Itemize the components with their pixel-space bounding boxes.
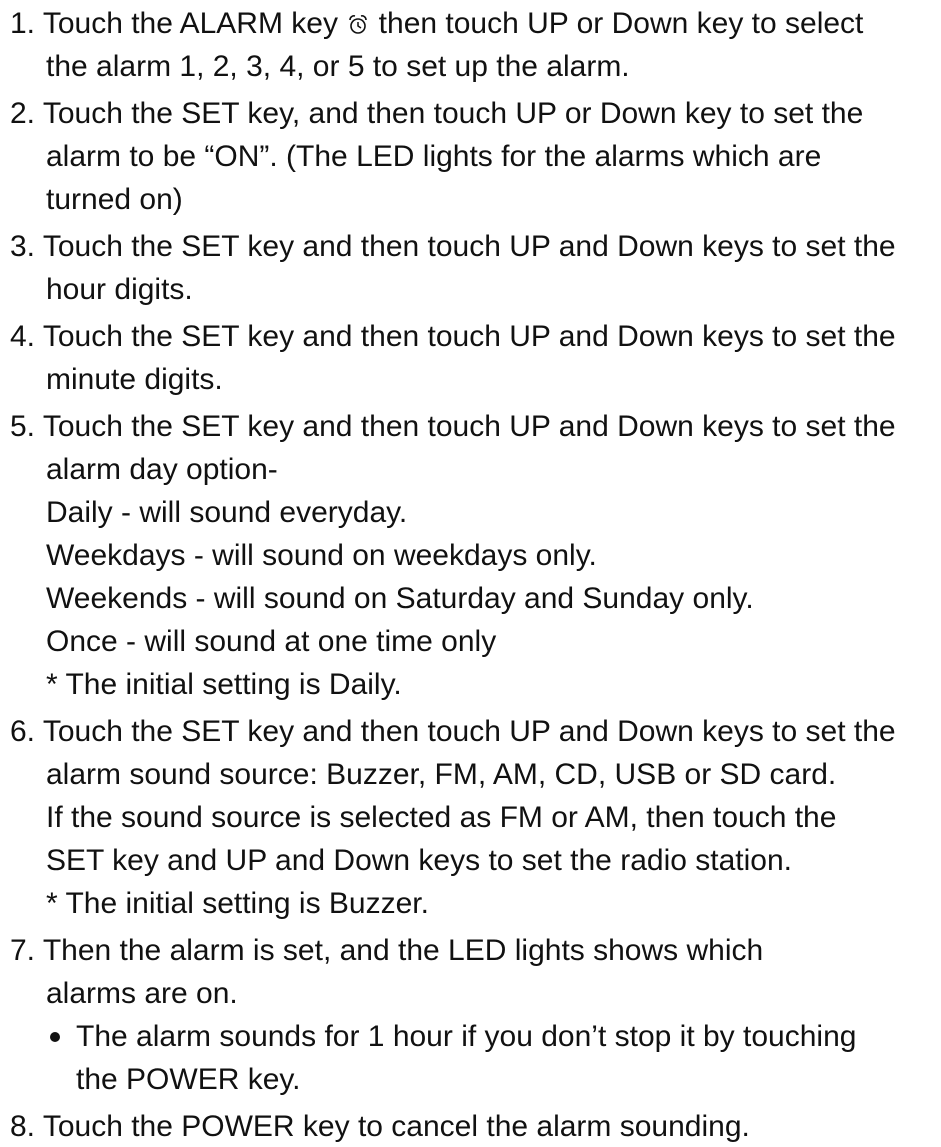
step-5-line-1: 5. Touch the SET key and then touch UP a… (10, 407, 896, 447)
step-1-number: 1. (10, 7, 36, 40)
step-2-line-2: alarm to be “ON”. (The LED lights for th… (46, 140, 822, 173)
step-5-option-once: Once - will sound at one time only (46, 625, 497, 658)
step-6-line-2: alarm sound source: Buzzer, FM, AM, CD, … (46, 758, 837, 791)
step-5-option-daily: Daily - will sound everyday. (46, 496, 408, 529)
step-8-line-1: 8. Touch the POWER key to cancel the ala… (10, 1107, 750, 1147)
step-7-number: 7. (10, 934, 36, 967)
step-1-text-b: then touch UP or Down key to select (378, 7, 864, 40)
step-8-text-a: Touch the POWER key to cancel the alarm … (42, 1110, 750, 1143)
step-6-line-4: SET key and UP and Down keys to set the … (46, 844, 792, 877)
step-3-line-2: hour digits. (46, 273, 193, 306)
step-6-text-a: Touch the SET key and then touch UP and … (42, 715, 896, 748)
step-6-line-1: 6. Touch the SET key and then touch UP a… (10, 712, 896, 752)
step-6-note: * The initial setting is Buzzer. (46, 887, 429, 920)
step-5-option-weekdays: Weekdays - will sound on weekdays only. (46, 539, 597, 572)
step-8-number: 8. (10, 1110, 36, 1143)
step-2-text-a: Touch the SET key, and then touch UP or … (42, 97, 864, 130)
step-2-line-3: turned on) (46, 183, 183, 216)
step-3-number: 3. (10, 230, 36, 263)
step-5-note: * The initial setting is Daily. (46, 668, 402, 701)
step-7-bullet-line-2: the POWER key. (76, 1063, 301, 1096)
alarm-clock-icon (349, 15, 368, 34)
instruction-document: 1. Touch the ALARM key then touch UP or … (0, 0, 941, 1143)
step-7-line-1: 7. Then the alarm is set, and the LED li… (10, 931, 763, 971)
step-1-text-a: Touch the ALARM key (42, 7, 338, 40)
step-4-line-2: minute digits. (46, 363, 223, 396)
step-3-line-1: 3. Touch the SET key and then touch UP a… (10, 227, 896, 267)
step-7-text-a: Then the alarm is set, and the LED light… (42, 934, 764, 967)
step-5-line-2: alarm day option- (46, 453, 278, 486)
step-5-text-a: Touch the SET key and then touch UP and … (42, 410, 896, 443)
bullet-icon (50, 1032, 60, 1042)
step-7-bullet-line-1: The alarm sounds for 1 hour if you don’t… (76, 1020, 857, 1053)
step-2-number: 2. (10, 97, 36, 130)
step-4-text-a: Touch the SET key and then touch UP and … (42, 320, 896, 353)
step-3-text-a: Touch the SET key and then touch UP and … (42, 230, 896, 263)
step-7-line-2: alarms are on. (46, 977, 238, 1010)
step-2-line-1: 2. Touch the SET key, and then touch UP … (10, 94, 863, 134)
step-1-line-2: the alarm 1, 2, 3, 4, or 5 to set up the… (46, 50, 630, 83)
step-4-line-1: 4. Touch the SET key and then touch UP a… (10, 317, 896, 357)
step-1-line-1: 1. Touch the ALARM key then touch UP or … (10, 4, 863, 44)
step-6-number: 6. (10, 715, 36, 748)
step-5-number: 5. (10, 410, 36, 443)
step-4-number: 4. (10, 320, 36, 353)
step-5-option-weekends: Weekends - will sound on Saturday and Su… (46, 582, 754, 615)
step-6-line-3: If the sound source is selected as FM or… (46, 801, 837, 834)
